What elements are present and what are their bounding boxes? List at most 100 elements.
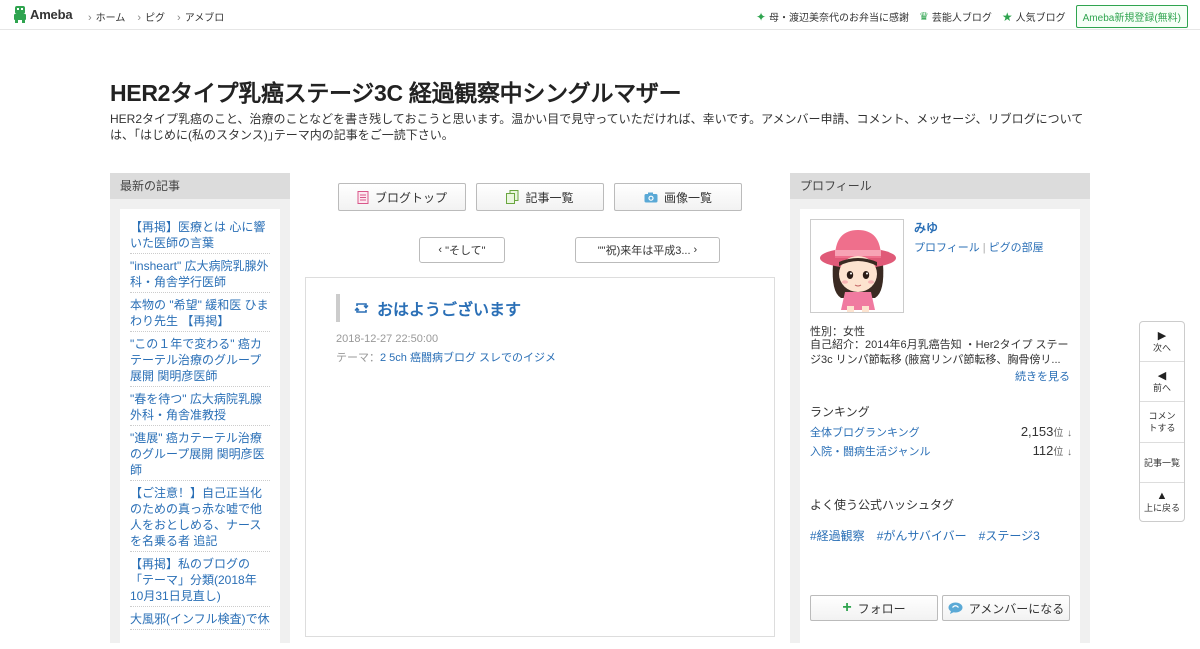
recent-article-item[interactable]: 【再掲】私のブログの「テーマ」分類(2018年10月31日見直し) <box>130 552 270 607</box>
recent-articles-heading: 最新の記事 <box>110 173 290 199</box>
top-right-links: ✦ 母・渡辺美奈代のお弁当に感謝 ♛ 芸能人ブログ ★ 人気ブログ Ameba新… <box>756 5 1188 28</box>
pigg-room-link[interactable]: ピグの部屋 <box>989 242 1044 254</box>
article-list-label: 記事一覧 <box>525 190 574 205</box>
ranking-value: 2,153位 ↓ <box>1021 424 1072 440</box>
entry-theme-prefix: テーマ： <box>336 352 380 364</box>
next-label: 次へ <box>1152 342 1171 353</box>
article-list-button[interactable]: 記事一覧 <box>476 183 604 211</box>
triangle-up-icon: ▲ <box>1156 490 1168 502</box>
recent-article-item[interactable]: 本物の "希望" 緩和医 ひまわり先生 【再掲】 <box>130 293 270 332</box>
recent-article-item[interactable]: "春を待つ" 広大病院乳腺外科・角舎准教授 <box>130 387 270 426</box>
ranking-value: 112位 ↓ <box>1033 443 1072 459</box>
article-list-icon <box>506 190 519 204</box>
recent-articles-panel: 最新の記事 【再掲】医療とは 心に響いた医師の言葉 "insheart" 広大病… <box>110 173 290 649</box>
recent-article-item[interactable]: "この１年で変わる" 癌カテーテル治療のグループ展開 関明彦医師 <box>130 332 270 387</box>
back-to-top-label: 上に戻る <box>1143 503 1180 513</box>
recent-article-item[interactable]: 【ご注意！】自己正当化のための真っ赤な嘘で他人をおとしめる、ナースを名乗る者 追… <box>130 481 270 552</box>
prev-article-button[interactable]: ‹ "そして" <box>419 237 505 263</box>
link-separator: | <box>982 242 986 254</box>
profile-panel: プロフィール みゆ プロフィール | ピグの部屋 性別：女性 自己紹介：2014… <box>790 173 1090 649</box>
comment-label: コメントする <box>1148 411 1176 433</box>
celebrity-blog-label: 芸能人ブログ <box>931 13 992 24</box>
floating-side-nav: ▶ 次へ ◀ 前へ コメントする 記事一覧 ▲ 上に戻る <box>1139 321 1185 522</box>
nav-ameblo[interactable]: アメブロ <box>177 9 225 24</box>
avatar-image <box>811 220 903 312</box>
ameba-logo-icon <box>14 6 26 23</box>
follow-button[interactable]: + フォロー <box>810 595 938 621</box>
read-more-link[interactable]: 続きを見る <box>1015 368 1070 384</box>
blog-nav-buttons: ブログトップ 記事一覧 画像一覧 <box>338 183 742 211</box>
entry-article: おはようございます 2018-12-27 22:50:00 テーマ：2 5ch … <box>305 277 775 637</box>
ranking-label[interactable]: 入院・闘病生活ジャンル <box>810 443 930 459</box>
nav-home[interactable]: ホーム <box>88 9 126 24</box>
sparkle-icon: ✦ <box>755 9 766 24</box>
image-list-button[interactable]: 画像一覧 <box>614 183 742 211</box>
recent-articles-list: 【再掲】医療とは 心に響いた医師の言葉 "insheart" 広大病院乳腺外科・… <box>120 209 280 649</box>
recent-article-item[interactable]: "進展" 癌カテーテル治療のグループ展開 関明彦医師 <box>130 426 270 481</box>
ranking-unit: 位 <box>1053 428 1064 439</box>
entry-theme: テーマ：2 5ch 癌闘病ブログ スレでのイジメ <box>336 349 556 365</box>
ranking-row: 入院・闘病生活ジャンル 112位 ↓ <box>810 443 1072 459</box>
celebrity-blog-link[interactable]: ♛ 芸能人ブログ <box>919 9 992 24</box>
reblog-icon <box>354 303 369 313</box>
star-icon: ★ <box>1001 9 1013 24</box>
article-list-side-button[interactable]: 記事一覧 <box>1140 443 1184 483</box>
register-button[interactable]: Ameba新規登録(無料) <box>1075 5 1188 28</box>
follow-label: フォロー <box>857 601 906 616</box>
comment-button[interactable]: コメントする <box>1140 402 1184 443</box>
popular-blog-label: 人気ブログ <box>1015 13 1066 24</box>
blog-top-icon <box>357 190 369 204</box>
ranking-unit: 位 <box>1053 447 1064 458</box>
chevron-right-icon: › <box>693 244 698 256</box>
profile-heading: プロフィール <box>790 173 1090 199</box>
plus-icon: + <box>842 599 852 616</box>
amember-label: アメンバーになる <box>968 601 1065 616</box>
camera-icon <box>644 192 658 202</box>
amember-icon <box>948 602 963 614</box>
play-right-icon: ▶ <box>1157 329 1167 342</box>
next-article-label: ""祝)来年は平成3... <box>597 245 691 257</box>
prev-article-label: "そして" <box>445 245 486 257</box>
profile-card: みゆ プロフィール | ピグの部屋 性別：女性 自己紹介：2014年6月乳癌告知 ・… <box>800 209 1080 649</box>
entry-title[interactable]: おはようございます <box>377 296 521 320</box>
popular-blog-link[interactable]: ★ 人気ブログ <box>1001 9 1066 25</box>
next-button[interactable]: ▶ 次へ <box>1140 322 1184 362</box>
hashtag-link[interactable]: #経過観察 <box>810 527 865 544</box>
amember-button[interactable]: アメンバーになる <box>942 595 1070 621</box>
hashtag-list: #経過観察 #がんサバイバー #ステージ3 <box>810 527 1040 544</box>
play-left-icon: ◀ <box>1157 369 1167 382</box>
prev-label: 前へ <box>1152 382 1171 393</box>
top-bar: Ameba ホーム ピグ アメブロ ✦ 母・渡辺美奈代のお弁当に感謝 ♛ 芸能人… <box>0 0 1200 30</box>
chevron-left-icon: ‹ <box>438 244 443 256</box>
top-nav: ホーム ピグ アメブロ <box>88 9 225 24</box>
image-list-label: 画像一覧 <box>663 190 712 205</box>
blog-title[interactable]: HER2タイプ乳癌ステージ3C 経過観察中シングルマザー <box>110 74 682 108</box>
entry-theme-link[interactable]: 2 5ch 癌闘病ブログ スレでのイジメ <box>380 352 556 364</box>
ranking-number: 2,153 <box>1020 424 1054 439</box>
featured-link[interactable]: ✦ 母・渡辺美奈代のお弁当に感謝 <box>755 9 909 25</box>
blog-top-label: ブログトップ <box>374 190 447 205</box>
profile-link[interactable]: プロフィール <box>914 242 980 254</box>
ranking-label[interactable]: 全体ブログランキング <box>810 424 920 440</box>
recent-article-item[interactable]: "insheart" 広大病院乳腺外科・角舎学行医師 <box>130 254 270 293</box>
blog-top-button[interactable]: ブログトップ <box>338 183 466 211</box>
nav-pigg[interactable]: ピグ <box>137 9 165 24</box>
profile-links: プロフィール | ピグの部屋 <box>914 239 1044 255</box>
hashtag-link[interactable]: #がんサバイバー <box>877 527 967 544</box>
prev-button[interactable]: ◀ 前へ <box>1140 362 1184 402</box>
hashtag-link[interactable]: #ステージ3 <box>979 527 1040 544</box>
avatar[interactable] <box>810 219 904 313</box>
next-article-button[interactable]: ""祝)来年は平成3... › <box>575 237 720 263</box>
blog-description: HER2タイプ乳癌のこと、治療のことなどを書き残しておこうと思います。温かい目で… <box>110 112 1084 142</box>
recent-article-item[interactable]: 大風邪(インフル検査)で休 <box>130 607 270 630</box>
entry-date: 2018-12-27 22:50:00 <box>336 333 439 345</box>
crown-icon: ♛ <box>919 11 929 23</box>
back-to-top-button[interactable]: ▲ 上に戻る <box>1140 483 1184 521</box>
ranking-heading: ランキング <box>810 405 870 419</box>
ranking-number: 112 <box>1032 443 1054 458</box>
ranking-trend-down-icon: ↓ <box>1067 447 1072 458</box>
ameba-logo[interactable]: Ameba <box>13 6 73 23</box>
profile-name[interactable]: みゆ <box>914 219 938 236</box>
recent-article-item[interactable]: 【再掲】医療とは 心に響いた医師の言葉 <box>130 215 270 254</box>
ranking-trend-down-icon: ↓ <box>1067 428 1072 439</box>
